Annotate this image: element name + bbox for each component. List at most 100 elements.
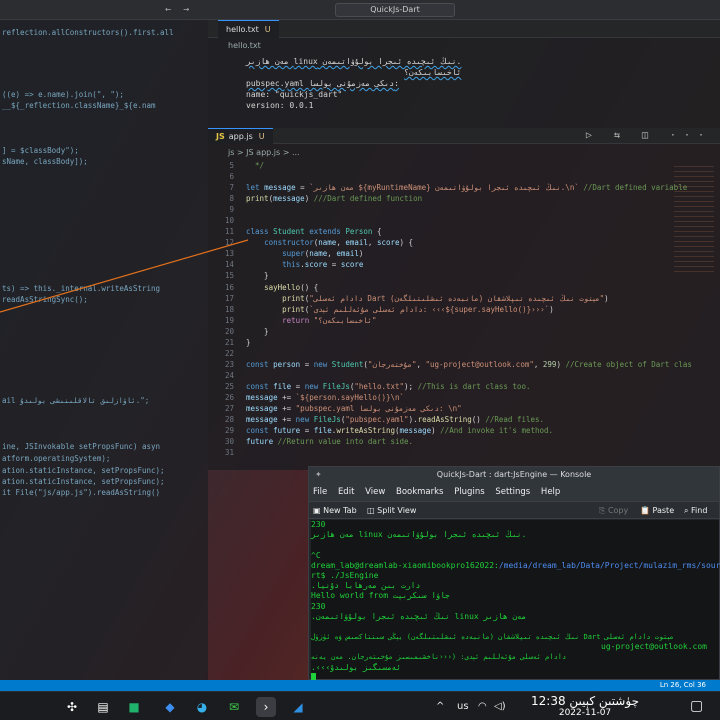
tab-label: hello.txt bbox=[226, 25, 259, 34]
clock-date: 2022-11-07 bbox=[558, 708, 612, 718]
line-number: 10 bbox=[224, 216, 234, 226]
find-button[interactable]: ⌕ Find bbox=[684, 502, 707, 520]
clock[interactable]: 12:38 چۈشتىن كېيىن 2022-11-07 bbox=[510, 694, 660, 719]
menu-bookmarks[interactable]: Bookmarks bbox=[396, 487, 444, 497]
code-line: } bbox=[246, 271, 269, 281]
tray-chevron[interactable]: ^ bbox=[436, 692, 444, 720]
modified-badge: U bbox=[258, 132, 265, 141]
vscode-icon[interactable]: ◢ bbox=[288, 697, 308, 717]
menu-help[interactable]: Help bbox=[541, 487, 560, 497]
paste-icon: 📋 bbox=[640, 506, 650, 515]
line-number: 31 bbox=[224, 448, 234, 458]
menu-view[interactable]: View bbox=[365, 487, 385, 497]
terminal-output[interactable]: 230 .نىڭ ئىچىدە ئىجرا بولۇۋاتىمەن linux … bbox=[311, 520, 720, 682]
keyboard-layout[interactable]: us bbox=[457, 692, 469, 720]
appjs-code[interactable]: */ let message = `مەن ھازىر ${myRuntimeN… bbox=[246, 160, 716, 458]
line-number: 27 bbox=[224, 404, 234, 414]
code-line: print("دادام ئەسلى Dart مېتوت نىڭ ئىچىدە… bbox=[282, 293, 609, 303]
code-line: sName, classBody]); bbox=[2, 157, 88, 166]
editor-actions[interactable]: ▷ ⇆ ◫ ··· bbox=[586, 130, 712, 141]
menu-edit[interactable]: Edit bbox=[338, 487, 354, 497]
konsole-icon[interactable]: › bbox=[256, 697, 276, 717]
back-button[interactable]: ← bbox=[165, 4, 171, 15]
breadcrumb[interactable]: js > JS app.js > ... bbox=[228, 148, 300, 157]
code-line: ئاخىسابىكەن؟ bbox=[404, 68, 462, 77]
tab-hello-txt[interactable]: hello.txt U bbox=[218, 20, 279, 38]
code-line: ine, JSInvokable setPropsFunc) asyn bbox=[2, 442, 161, 451]
new-tab-icon: ▣ bbox=[313, 506, 321, 515]
line-number-gutter: 5 6 7 8 9 10 11 12 13 14 15 16 17 18 19 20 21 22 23 24 25 26 2… bbox=[208, 160, 240, 458]
terminal-line: 230 bbox=[311, 520, 326, 529]
code-line: ] = $classBody"); bbox=[2, 146, 79, 155]
breadcrumb[interactable]: hello.txt bbox=[228, 41, 261, 50]
code-line: */ bbox=[246, 161, 265, 170]
code-line: reflection.allConstructors().first.all bbox=[2, 28, 174, 37]
code-line: version: 0.0.1 bbox=[246, 101, 314, 110]
forward-button[interactable]: → bbox=[183, 4, 189, 15]
cursor-position[interactable]: Ln 26, Col 36 bbox=[660, 680, 706, 691]
copy-label: Copy bbox=[607, 506, 629, 515]
menu-file[interactable]: File bbox=[313, 487, 327, 497]
line-number: 5 bbox=[229, 161, 234, 170]
code-line: const person = new Student("مۇختەرجان", … bbox=[246, 359, 692, 369]
background-editor: reflection.allConstructors().first.all (… bbox=[0, 0, 208, 680]
paste-button[interactable]: 📋 Paste bbox=[640, 502, 674, 520]
line-number: 26 bbox=[224, 392, 234, 402]
files-icon[interactable]: ■ bbox=[124, 697, 144, 717]
code-line: } bbox=[246, 337, 251, 347]
line-number: 13 bbox=[224, 249, 234, 259]
volume-icon[interactable]: ◁) bbox=[494, 692, 506, 720]
prompt-user: dream_lab@dreamlab-xiaomibookpro162022: bbox=[311, 560, 499, 570]
code-line: message += `${person.sayHello()}\n` bbox=[246, 392, 405, 402]
split-view-button[interactable]: ◫ Split View bbox=[367, 502, 416, 520]
wechat-icon[interactable]: ✉ bbox=[224, 697, 244, 717]
pin-icon[interactable]: ✦ bbox=[315, 467, 322, 483]
terminal-line: ug-project@outlook.com bbox=[601, 642, 707, 652]
konsole-titlebar[interactable]: ✦ QuickJs-Dart : dart:JsEngine — Konsole bbox=[309, 467, 719, 483]
edge-icon[interactable]: ◕ bbox=[192, 697, 212, 717]
menu-settings[interactable]: Settings bbox=[495, 487, 530, 497]
show-desktop-icon[interactable]: ▢ bbox=[690, 692, 703, 720]
wifi-icon[interactable]: ◠ bbox=[478, 692, 487, 720]
find-label: Find bbox=[691, 506, 708, 515]
copy-button[interactable]: ⎘ Copy bbox=[599, 502, 628, 520]
terminal-prompt: dream_lab@dreamlab-xiaomibookpro162022:/… bbox=[311, 560, 720, 571]
hello-tab-bar: hello.txt U bbox=[208, 20, 720, 38]
tab-app-js[interactable]: JS app.js U bbox=[208, 128, 273, 144]
launcher-icon[interactable]: ✣ bbox=[62, 697, 82, 717]
menu-plugins[interactable]: Plugins bbox=[454, 487, 484, 497]
line-number: 23 bbox=[224, 359, 234, 369]
hello-code[interactable]: .نىڭ ئىچىدە ئىجرا بولۇۋاتىمەن linux مەن … bbox=[246, 56, 461, 111]
nav-arrows[interactable]: ← → bbox=[165, 4, 189, 15]
terminal-line: Hello world from جاۋا سىكرىپت bbox=[311, 591, 450, 601]
code-line: ail ئاۋازلىق تالاقلىنىشى بولىدۇ."; bbox=[2, 396, 150, 405]
search-icon: ⌕ bbox=[684, 506, 689, 515]
prompt-path: /media/dream_lab/Data/Project/mulazim_rm… bbox=[498, 560, 720, 570]
code-line: print(`دادام ئەسلى مۇئەللىم ئېدى: ‹‹‹${s… bbox=[282, 304, 554, 314]
paste-label: Paste bbox=[652, 506, 675, 515]
terminal-line: ^C bbox=[311, 550, 321, 560]
terminal-line: دادام ئەسلى مۇئەللىم ئېدى: (‹‹‹ناخشىمىسى… bbox=[311, 653, 567, 662]
terminal-line: .نىڭ ئىچىدە ئىجرا بولۇۋاتىمەن linux مەن … bbox=[311, 611, 527, 621]
dolphin-icon[interactable]: ▤ bbox=[93, 697, 113, 717]
code-line: const future = file.writeAsString(messag… bbox=[246, 426, 554, 436]
new-tab-button[interactable]: ▣ New Tab bbox=[313, 502, 357, 520]
appjs-tab-bar: JS app.js U ▷ ⇆ ◫ ··· bbox=[208, 128, 720, 144]
store-icon[interactable]: ◆ bbox=[160, 697, 180, 717]
hello-editor: hello.txt U hello.txt .نىڭ ئىچىدە ئىجرا ب… bbox=[208, 20, 720, 130]
command-center-search[interactable]: QuickJs-Dart bbox=[335, 3, 455, 17]
modified-badge: U bbox=[264, 25, 271, 34]
copy-icon: ⎘ bbox=[599, 506, 606, 515]
code-line: class Student extends Person { bbox=[246, 227, 382, 237]
code-line: message += new FileJs("pubspec.yaml").re… bbox=[246, 415, 545, 425]
code-line: sayHello() { bbox=[264, 282, 319, 292]
terminal-line: .نىڭ ئىچىدە ئىجرا بولۇۋاتىمەن linux مەن … bbox=[311, 530, 527, 540]
minimap[interactable] bbox=[674, 164, 714, 274]
appjs-editor: JS app.js U ▷ ⇆ ◫ ··· js > JS app.js > ...… bbox=[208, 128, 720, 470]
line-number: 17 bbox=[224, 293, 234, 303]
line-number: 9 bbox=[229, 205, 234, 215]
